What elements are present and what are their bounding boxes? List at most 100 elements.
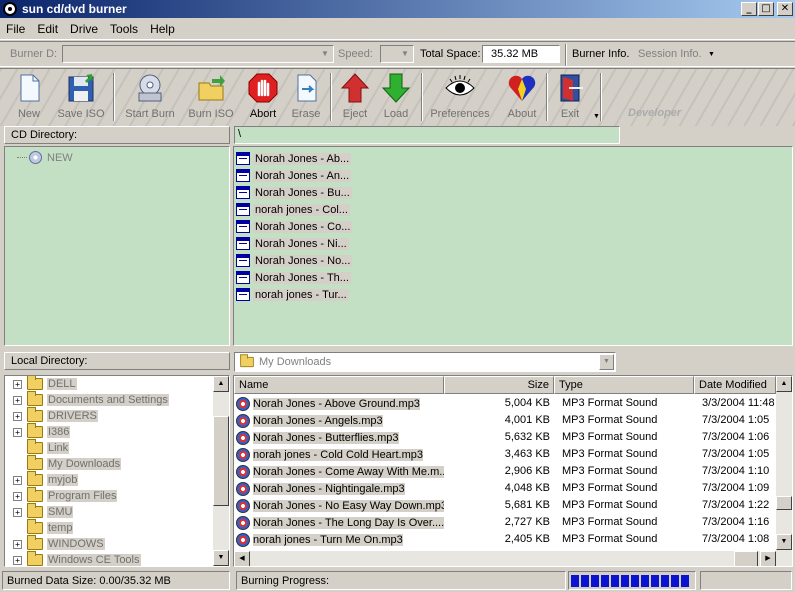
minimize-button[interactable]: _ bbox=[741, 2, 757, 16]
cd-path-field[interactable]: \ bbox=[234, 126, 620, 144]
file-icon bbox=[236, 254, 250, 267]
menu-help[interactable]: Help bbox=[144, 22, 181, 36]
file-size: 5,681 KB bbox=[504, 499, 550, 511]
scroll-down-icon[interactable]: ▼ bbox=[213, 550, 229, 566]
cd-file-list: Norah Jones - Ab... Norah Jones - An... … bbox=[233, 146, 793, 346]
menu-drive[interactable]: Drive bbox=[64, 22, 104, 36]
cd-file-name: Norah Jones - Bu... bbox=[253, 186, 352, 199]
progress-block bbox=[661, 574, 669, 587]
tree-item-dell[interactable]: + DELL bbox=[13, 376, 203, 392]
tree-item-link[interactable]: Link bbox=[13, 439, 203, 456]
cd-file-name: Norah Jones - Co... bbox=[253, 220, 353, 233]
tree-item-i386[interactable]: + I386 bbox=[13, 423, 203, 440]
expand-icon[interactable]: + bbox=[13, 507, 22, 517]
save-iso-button[interactable]: Save ISO bbox=[56, 71, 106, 123]
load-button[interactable]: Load bbox=[377, 71, 415, 123]
about-button[interactable]: About bbox=[502, 71, 542, 123]
burner-info-label[interactable]: Burner Info. bbox=[572, 48, 629, 60]
burner-select[interactable]: ▼ bbox=[62, 45, 334, 63]
toolbar-separator bbox=[421, 73, 423, 121]
expand-icon[interactable]: + bbox=[13, 427, 22, 437]
floppy-disk-icon bbox=[66, 73, 96, 103]
abort-button[interactable]: Abort bbox=[242, 71, 284, 123]
expand-icon[interactable]: + bbox=[13, 475, 22, 485]
chevron-down-icon[interactable]: ▼ bbox=[708, 51, 715, 58]
scroll-right-icon[interactable]: ▶ bbox=[760, 551, 776, 566]
menu-tools[interactable]: Tools bbox=[104, 22, 144, 36]
cd-file-item[interactable]: norah jones - Col... bbox=[236, 201, 790, 218]
scrollbar-thumb[interactable] bbox=[776, 496, 792, 510]
expand-icon[interactable]: + bbox=[13, 379, 22, 389]
hscrollbar-thumb[interactable] bbox=[734, 551, 758, 566]
tree-item-documents-and-settings[interactable]: + Documents and Settings bbox=[13, 391, 203, 408]
expand-icon[interactable]: + bbox=[13, 539, 22, 549]
toolbar-overflow-chevron-icon[interactable]: ▼ bbox=[593, 113, 600, 120]
eject-button[interactable]: Eject bbox=[336, 71, 374, 123]
cd-file-item[interactable]: Norah Jones - Th... bbox=[236, 269, 790, 286]
start-burn-button[interactable]: Start Burn bbox=[122, 71, 178, 123]
tree-item-drivers[interactable]: + DRIVERS bbox=[13, 407, 203, 424]
local-folder-combo[interactable]: My Downloads ▼ bbox=[234, 352, 616, 372]
file-date: 7/3/2004 1:22 bbox=[702, 499, 770, 511]
folder-icon bbox=[27, 423, 43, 438]
file-type: MP3 Format Sound bbox=[562, 516, 658, 528]
expand-icon[interactable]: + bbox=[13, 395, 22, 405]
column-type[interactable]: Type bbox=[554, 376, 694, 394]
cd-file-item[interactable]: Norah Jones - Co... bbox=[236, 218, 790, 235]
expand-icon[interactable]: + bbox=[13, 555, 22, 565]
cd-file-item[interactable]: norah jones - Tur... bbox=[236, 286, 790, 303]
tree-item-my-downloads[interactable]: My Downloads bbox=[13, 455, 203, 472]
scroll-up-icon[interactable]: ▲ bbox=[776, 376, 792, 392]
tree-scrollbar[interactable]: ▲ ▼ bbox=[213, 376, 229, 566]
cd-tree-root-label: NEW bbox=[47, 151, 73, 164]
column-name[interactable]: Name bbox=[234, 376, 444, 394]
expand-icon[interactable]: + bbox=[13, 411, 22, 421]
burn-iso-button[interactable]: Burn ISO bbox=[186, 71, 236, 123]
new-button[interactable]: New bbox=[8, 71, 50, 123]
cd-file-item[interactable]: Norah Jones - No... bbox=[236, 252, 790, 269]
cd-file-name: norah jones - Tur... bbox=[253, 288, 349, 301]
file-date: 7/3/2004 1:10 bbox=[702, 465, 770, 477]
close-button[interactable]: ✕ bbox=[777, 2, 793, 16]
tree-item-myjob[interactable]: + myjob bbox=[13, 471, 203, 488]
mp3-file-icon bbox=[236, 516, 250, 530]
cd-tree-root[interactable]: NEW bbox=[17, 151, 73, 164]
save-iso-label: Save ISO bbox=[57, 108, 105, 120]
tree-item-smu[interactable]: + SMU bbox=[13, 503, 203, 520]
scroll-up-icon[interactable]: ▲ bbox=[213, 376, 229, 392]
chevron-down-icon[interactable]: ▼ bbox=[599, 354, 614, 370]
exit-button[interactable]: Exit bbox=[552, 71, 588, 123]
menu-file[interactable]: File bbox=[0, 22, 31, 36]
scroll-down-icon[interactable]: ▼ bbox=[776, 534, 792, 550]
cd-file-item[interactable]: Norah Jones - An... bbox=[236, 167, 790, 184]
cd-file-item[interactable]: Norah Jones - Ni... bbox=[236, 235, 790, 252]
cd-file-item[interactable]: Norah Jones - Bu... bbox=[236, 184, 790, 201]
maximize-button[interactable]: □ bbox=[758, 2, 774, 16]
speed-select[interactable]: ▼ bbox=[380, 45, 414, 63]
preferences-button[interactable]: Preferences bbox=[428, 71, 492, 123]
file-icon bbox=[236, 203, 250, 216]
burning-progress-bar bbox=[568, 571, 696, 590]
tree-item-windows-ce-tools[interactable]: + Windows CE Tools bbox=[13, 551, 203, 566]
tree-item-temp[interactable]: temp bbox=[13, 519, 203, 536]
cd-file-item[interactable]: Norah Jones - Ab... bbox=[236, 150, 790, 167]
file-type: MP3 Format Sound bbox=[562, 448, 658, 460]
session-info-label[interactable]: Session Info. bbox=[638, 48, 702, 60]
column-size[interactable]: Size bbox=[444, 376, 554, 394]
mp3-file-icon bbox=[236, 499, 250, 513]
toolbar-separator bbox=[546, 73, 548, 121]
file-list-scrollbar[interactable]: ▲ ▼ bbox=[776, 376, 792, 566]
tree-item-program-files[interactable]: + Program Files bbox=[13, 487, 203, 504]
tree-item-windows[interactable]: + WINDOWS bbox=[13, 535, 203, 552]
folder-open-icon bbox=[27, 455, 43, 470]
expand-icon[interactable]: + bbox=[13, 491, 22, 501]
file-list-hscrollbar[interactable]: ◀ ▶ bbox=[234, 551, 776, 566]
scroll-left-icon[interactable]: ◀ bbox=[234, 551, 250, 566]
file-name: norah jones - Cold Cold Heart.mp3 bbox=[253, 448, 423, 461]
file-type: MP3 Format Sound bbox=[562, 533, 658, 545]
erase-button[interactable]: Erase bbox=[286, 71, 326, 123]
file-type: MP3 Format Sound bbox=[562, 414, 658, 426]
scrollbar-thumb[interactable] bbox=[213, 416, 229, 506]
menu-edit[interactable]: Edit bbox=[31, 22, 64, 36]
column-date-modified[interactable]: Date Modified bbox=[694, 376, 776, 394]
